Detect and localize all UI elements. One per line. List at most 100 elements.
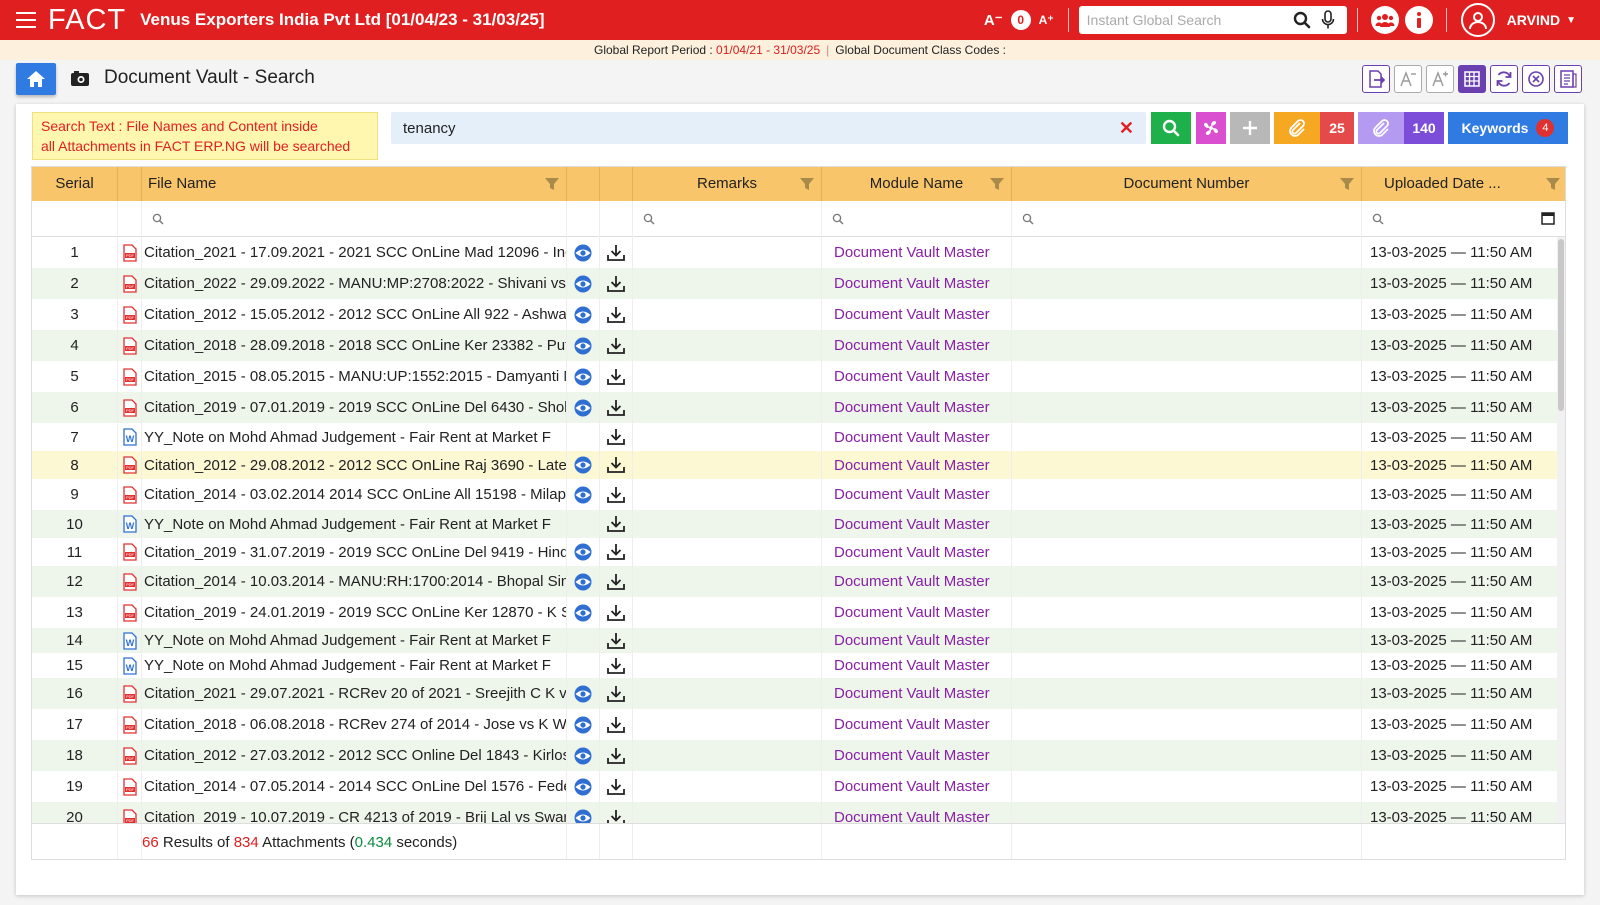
file-name-cell[interactable]: Citation_2018 - 06.08.2018 - RCRev 274 o… xyxy=(142,709,567,740)
eye-icon[interactable] xyxy=(572,543,594,561)
eye-icon[interactable] xyxy=(572,747,594,765)
table-row[interactable]: 7 W YY_Note on Mohd Ahmad Judgement - Fair… xyxy=(32,423,1565,451)
column-remarks[interactable]: Remarks xyxy=(633,167,822,201)
download-cell[interactable] xyxy=(600,330,633,361)
download-cell[interactable] xyxy=(600,451,633,479)
eye-icon[interactable] xyxy=(572,456,594,474)
eye-icon[interactable] xyxy=(572,306,594,324)
table-row[interactable]: 12 PDF Citation_2014 - 10.03.2014 - MANU:R… xyxy=(32,566,1565,597)
preview-cell[interactable] xyxy=(567,771,600,802)
filter-module-name[interactable] xyxy=(822,201,1012,237)
download-cell[interactable] xyxy=(600,299,633,330)
file-name-cell[interactable]: YY_Note on Mohd Ahmad Judgement - Fair R… xyxy=(142,628,567,653)
module-name-cell[interactable]: Document Vault Master xyxy=(822,678,1012,709)
module-name-cell[interactable]: Document Vault Master xyxy=(822,709,1012,740)
download-cell[interactable] xyxy=(600,566,633,597)
file-name-cell[interactable]: Citation_2014 - 07.05.2014 - 2014 SCC On… xyxy=(142,771,567,802)
attachment-count-2[interactable]: 140 xyxy=(1404,112,1444,144)
download-cell[interactable] xyxy=(600,361,633,392)
download-cell[interactable] xyxy=(600,479,633,510)
download-icon[interactable] xyxy=(606,305,626,325)
preview-cell[interactable] xyxy=(567,538,600,566)
download-icon[interactable] xyxy=(606,336,626,356)
filter-icon[interactable] xyxy=(1339,176,1355,192)
module-name-cell[interactable]: Document Vault Master xyxy=(822,628,1012,653)
filter-uploaded-date[interactable] xyxy=(1362,201,1565,237)
preview-cell[interactable] xyxy=(567,566,600,597)
column-document-number[interactable]: Document Number xyxy=(1012,167,1362,201)
table-row[interactable]: 15 W YY_Note on Mohd Ahmad Judgement - Fai… xyxy=(32,653,1565,678)
filter-icon[interactable] xyxy=(544,176,560,192)
report-period-value[interactable]: 01/04/21 - 31/03/25 xyxy=(716,43,820,57)
font-decrease-button[interactable]: A⁻ xyxy=(984,11,1003,29)
font-reset-button[interactable]: 0 xyxy=(1010,10,1031,30)
preview-cell[interactable] xyxy=(567,299,600,330)
attachment-count-1[interactable]: 25 xyxy=(1320,112,1354,144)
report-button[interactable] xyxy=(1554,65,1582,93)
table-row[interactable]: 3 PDF Citation_2012 - 15.05.2012 - 2012 SC… xyxy=(32,299,1565,330)
preview-cell[interactable] xyxy=(567,479,600,510)
download-icon[interactable] xyxy=(606,572,626,592)
download-icon[interactable] xyxy=(606,427,626,447)
download-icon[interactable] xyxy=(606,243,626,263)
download-cell[interactable] xyxy=(600,653,633,678)
filter-document-number[interactable] xyxy=(1012,201,1362,237)
file-name-cell[interactable]: Citation_2022 - 29.09.2022 - MANU:MP:270… xyxy=(142,268,567,299)
module-name-cell[interactable]: Document Vault Master xyxy=(822,299,1012,330)
module-name-cell[interactable]: Document Vault Master xyxy=(822,538,1012,566)
file-name-cell[interactable]: Citation_2019 - 07.01.2019 - 2019 SCC On… xyxy=(142,392,567,423)
table-row[interactable]: 4 PDF Citation_2018 - 28.09.2018 - 2018 SC… xyxy=(32,330,1565,361)
hamburger-menu-icon[interactable] xyxy=(16,12,36,28)
download-cell[interactable] xyxy=(600,538,633,566)
chevron-down-icon[interactable]: ▼ xyxy=(1566,15,1576,26)
preview-cell[interactable] xyxy=(567,237,600,268)
eye-icon[interactable] xyxy=(572,368,594,386)
filter-icon[interactable] xyxy=(799,176,815,192)
search-icon[interactable] xyxy=(1291,9,1313,31)
table-row[interactable]: 13 PDF Citation_2019 - 24.01.2019 - 2019 S… xyxy=(32,597,1565,628)
export-button[interactable] xyxy=(1362,65,1390,93)
download-icon[interactable] xyxy=(606,808,626,823)
keywords-button[interactable]: Keywords 4 xyxy=(1448,112,1568,144)
table-row[interactable]: 10 W YY_Note on Mohd Ahmad Judgement - Fai… xyxy=(32,510,1565,538)
download-icon[interactable] xyxy=(606,603,626,623)
eye-icon[interactable] xyxy=(572,275,594,293)
home-button[interactable] xyxy=(16,63,56,95)
table-row[interactable]: 18 PDF Citation_2012 - 27.03.2012 - 2012 S… xyxy=(32,740,1565,771)
download-icon[interactable] xyxy=(606,656,626,676)
grid-view-button[interactable] xyxy=(1458,65,1486,93)
font-increase-tool-button[interactable] xyxy=(1426,65,1454,93)
column-module-name[interactable]: Module Name xyxy=(822,167,1012,201)
table-row[interactable]: 2 PDF Citation_2022 - 29.09.2022 - MANU:MP… xyxy=(32,268,1565,299)
file-name-cell[interactable]: Citation_2018 - 28.09.2018 - 2018 SCC On… xyxy=(142,330,567,361)
eye-icon[interactable] xyxy=(572,778,594,796)
file-name-cell[interactable]: Citation_2012 - 15.05.2012 - 2012 SCC On… xyxy=(142,299,567,330)
download-icon[interactable] xyxy=(606,631,626,651)
filter-icon[interactable] xyxy=(989,176,1005,192)
file-name-cell[interactable]: YY_Note on Mohd Ahmad Judgement - Fair R… xyxy=(142,653,567,678)
module-name-cell[interactable]: Document Vault Master xyxy=(822,740,1012,771)
document-class-codes-label[interactable]: Global Document Class Codes : xyxy=(835,43,1006,57)
download-cell[interactable] xyxy=(600,709,633,740)
module-name-cell[interactable]: Document Vault Master xyxy=(822,237,1012,268)
file-name-cell[interactable]: Citation_2019 - 10.07.2019 - CR 4213 of … xyxy=(142,802,567,823)
download-cell[interactable] xyxy=(600,597,633,628)
eye-icon[interactable] xyxy=(572,716,594,734)
mic-icon[interactable] xyxy=(1317,9,1339,31)
table-row[interactable]: 8 PDF Citation_2012 - 29.08.2012 - 2012 SC… xyxy=(32,451,1565,479)
file-name-cell[interactable]: Citation_2019 - 24.01.2019 - 2019 SCC On… xyxy=(142,597,567,628)
module-name-cell[interactable]: Document Vault Master xyxy=(822,451,1012,479)
user-icon[interactable] xyxy=(1460,3,1495,37)
preview-cell[interactable] xyxy=(567,361,600,392)
preview-cell[interactable] xyxy=(567,740,600,771)
module-name-cell[interactable]: Document Vault Master xyxy=(822,268,1012,299)
eye-icon[interactable] xyxy=(572,399,594,417)
username[interactable]: ARVIND xyxy=(1507,12,1560,28)
download-cell[interactable] xyxy=(600,237,633,268)
module-name-cell[interactable]: Document Vault Master xyxy=(822,597,1012,628)
users-icon[interactable] xyxy=(1370,6,1399,34)
download-icon[interactable] xyxy=(606,542,626,562)
font-decrease-tool-button[interactable] xyxy=(1394,65,1422,93)
search-query[interactable]: tenancy xyxy=(403,120,1119,137)
module-name-cell[interactable]: Document Vault Master xyxy=(822,771,1012,802)
